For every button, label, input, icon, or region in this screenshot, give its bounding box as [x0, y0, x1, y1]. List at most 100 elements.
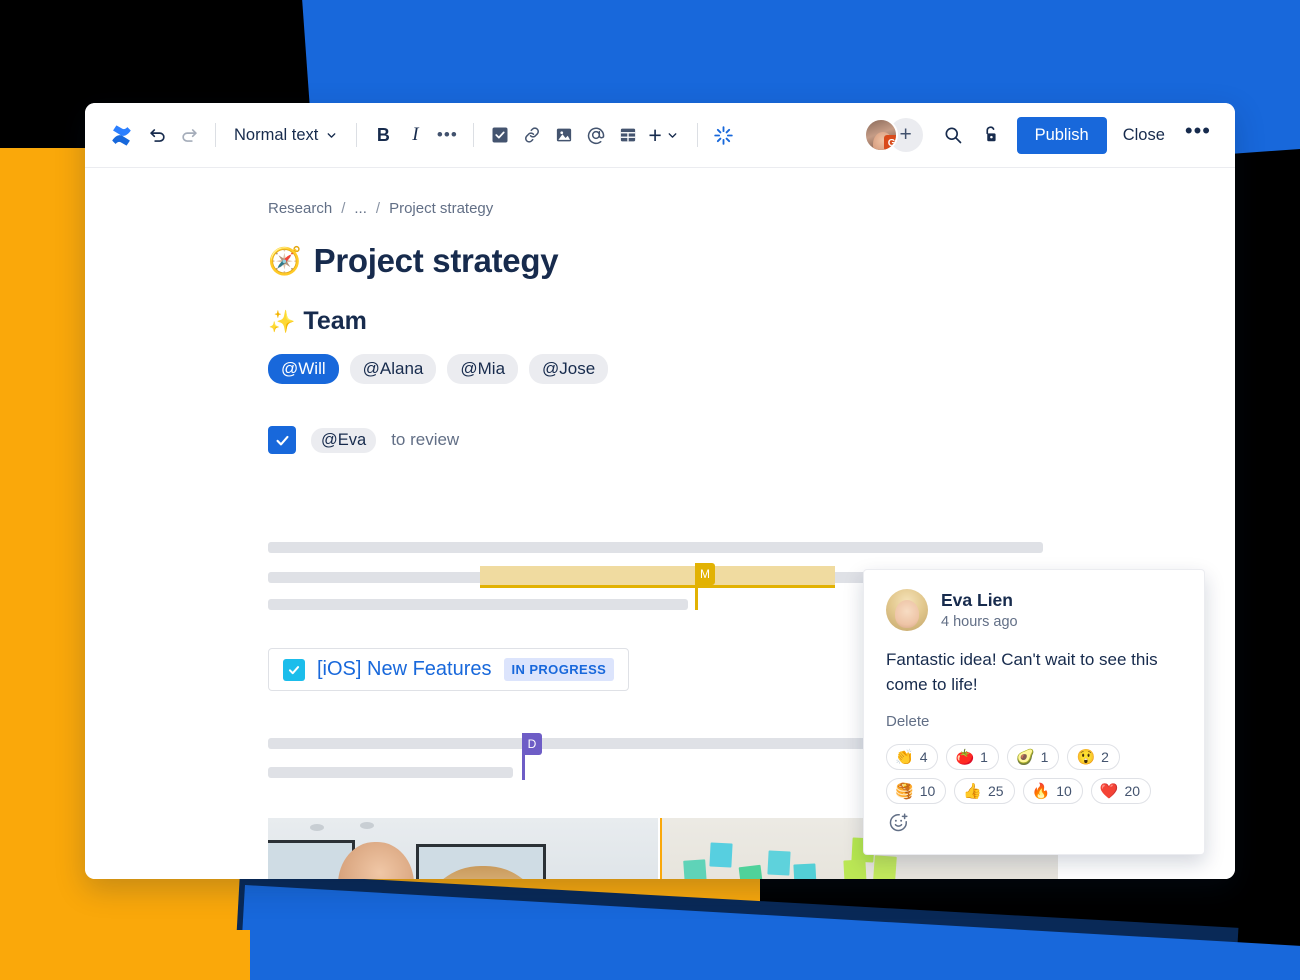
- delete-comment-button[interactable]: Delete: [886, 713, 1182, 730]
- reaction-count: 2: [1101, 749, 1109, 766]
- screenshot-stage: Normal text B I ••• + G + Publish Close …: [0, 0, 1300, 980]
- more-actions-button[interactable]: •••: [1177, 119, 1219, 144]
- compass-emoji-icon[interactable]: 🧭: [268, 247, 302, 275]
- background-orange-corner: [0, 930, 250, 980]
- pancakes-emoji-icon: 🥞: [895, 783, 914, 801]
- clap-emoji-icon: 👏: [895, 749, 914, 767]
- text-highlight: [480, 566, 835, 588]
- text-style-dropdown[interactable]: Normal text: [226, 122, 346, 149]
- reaction-thumbsup[interactable]: 👍 25: [954, 778, 1015, 805]
- comment-header: Eva Lien 4 hours ago: [886, 589, 1182, 631]
- breadcrumb-item-research[interactable]: Research: [268, 200, 332, 217]
- content-placeholder-line: [268, 767, 513, 778]
- reaction-tomato[interactable]: 🍅 1: [946, 744, 999, 771]
- jira-status-checkbox[interactable]: [283, 658, 305, 681]
- reaction-count: 1: [980, 749, 988, 766]
- task-checkbox[interactable]: [268, 426, 296, 454]
- more-formatting-button[interactable]: •••: [431, 119, 463, 151]
- comment-body: Fantastic idea! Can't wait to see this c…: [886, 650, 1158, 694]
- publish-button[interactable]: Publish: [1016, 116, 1107, 154]
- checkbox-icon[interactable]: [484, 119, 516, 151]
- image-icon[interactable]: [548, 119, 580, 151]
- reaction-fire[interactable]: 🔥 10: [1022, 778, 1083, 805]
- reaction-pancakes[interactable]: 🥞 10: [886, 778, 947, 805]
- section-heading-row: ✨ Team: [85, 280, 1235, 336]
- unlock-icon[interactable]: [975, 119, 1007, 151]
- tomato-emoji-icon: 🍅: [955, 749, 975, 767]
- reaction-count: 10: [919, 783, 936, 800]
- collaborator-cursor-m: M: [695, 563, 715, 610]
- search-icon[interactable]: [937, 119, 969, 151]
- toolbar-divider: [473, 123, 475, 147]
- collaborator-cursor-d: D: [522, 733, 542, 780]
- close-button[interactable]: Close: [1111, 117, 1177, 154]
- page-title-row: 🧭 Project strategy: [85, 217, 1235, 280]
- photo-office-conversation[interactable]: [268, 818, 658, 879]
- text-style-label: Normal text: [234, 125, 319, 144]
- table-icon[interactable]: [612, 119, 644, 151]
- avatar-badge: G: [883, 135, 896, 150]
- fire-emoji-icon: 🔥: [1031, 783, 1051, 801]
- breadcrumb-separator: /: [341, 200, 346, 217]
- insert-menu-button[interactable]: +: [644, 120, 686, 151]
- toolbar-divider: [215, 123, 216, 147]
- content-placeholder-line: [268, 542, 1043, 553]
- link-icon[interactable]: [516, 119, 548, 151]
- mention-chip-eva[interactable]: @Eva: [311, 427, 377, 453]
- thumbsup-emoji-icon: 👍: [963, 783, 982, 801]
- mention-chip-will[interactable]: @Will: [268, 354, 339, 384]
- reaction-avocado[interactable]: 🥑 1: [1006, 744, 1060, 771]
- reaction-count: 4: [919, 749, 928, 766]
- plus-icon: +: [648, 121, 662, 148]
- breadcrumb-item-ellipsis[interactable]: ...: [354, 200, 367, 217]
- action-item-row: @Eva to review: [85, 384, 1235, 454]
- jira-issue-title[interactable]: [iOS] New Features: [317, 658, 492, 681]
- add-reaction-icon[interactable]: [886, 812, 909, 833]
- reaction-clap[interactable]: 👏 4: [886, 744, 939, 771]
- cursor-label: D: [522, 733, 542, 755]
- jira-issue-card[interactable]: [iOS] New Features IN PROGRESS: [268, 648, 630, 691]
- reaction-heart[interactable]: ❤️ 20: [1090, 778, 1152, 805]
- editor-toolbar: Normal text B I ••• + G + Publish Close …: [85, 103, 1235, 168]
- cursor-label: M: [695, 563, 715, 585]
- comment-author: Eva Lien: [941, 590, 1013, 610]
- mention-chip-list: @Will @Alana @Mia @Jose: [85, 336, 1235, 384]
- comment-timestamp: 4 hours ago: [941, 614, 1018, 630]
- mention-at-icon[interactable]: [580, 119, 612, 151]
- mention-chip-mia[interactable]: @Mia: [447, 354, 519, 384]
- bold-button[interactable]: B: [367, 119, 399, 151]
- action-item-text: to review: [391, 430, 460, 449]
- breadcrumb: Research / ... / Project strategy: [85, 168, 1235, 217]
- chevron-down-icon: [327, 132, 336, 138]
- redo-icon[interactable]: [173, 119, 205, 151]
- heart-emoji-icon: ❤️: [1099, 783, 1119, 801]
- section-heading: Team: [303, 307, 367, 335]
- italic-button[interactable]: I: [399, 119, 431, 151]
- breadcrumb-separator: /: [375, 200, 381, 217]
- reaction-list: 👏 4 🍅 1 🥑 1 😲 2 🥞 10 👍 25 🔥 10 ❤️ 20: [886, 744, 1182, 833]
- chevron-down-icon: [668, 132, 677, 138]
- page-title[interactable]: Project strategy: [314, 242, 559, 280]
- ellipsis-icon: •••: [436, 124, 458, 144]
- mention-chip-jose[interactable]: @Jose: [529, 354, 609, 384]
- atlassian-intelligence-icon[interactable]: [708, 119, 740, 151]
- content-placeholder-line: [268, 599, 688, 610]
- toolbar-divider: [356, 123, 358, 147]
- avocado-emoji-icon: 🥑: [1015, 749, 1035, 767]
- mention-chip-alana[interactable]: @Alana: [349, 354, 437, 384]
- toolbar-divider: [696, 123, 698, 147]
- document-body: Research / ... / Project strategy 🧭 Proj…: [85, 168, 1235, 879]
- undo-icon[interactable]: [141, 119, 173, 151]
- confluence-editor-window: Normal text B I ••• + G + Publish Close …: [85, 103, 1235, 879]
- reaction-count: 10: [1056, 783, 1072, 800]
- breadcrumb-item-current[interactable]: Project strategy: [389, 200, 493, 217]
- status-badge: IN PROGRESS: [503, 658, 615, 681]
- confluence-logo-icon: [101, 122, 141, 149]
- collaborator-avatars: G +: [863, 118, 923, 152]
- astonished-emoji-icon: 😲: [1076, 749, 1096, 767]
- reaction-count: 20: [1124, 783, 1141, 800]
- reaction-astonished[interactable]: 😲 2: [1067, 744, 1120, 771]
- avatar[interactable]: G: [863, 118, 898, 152]
- sparkles-emoji-icon: ✨: [268, 308, 296, 334]
- avatar[interactable]: [886, 589, 928, 631]
